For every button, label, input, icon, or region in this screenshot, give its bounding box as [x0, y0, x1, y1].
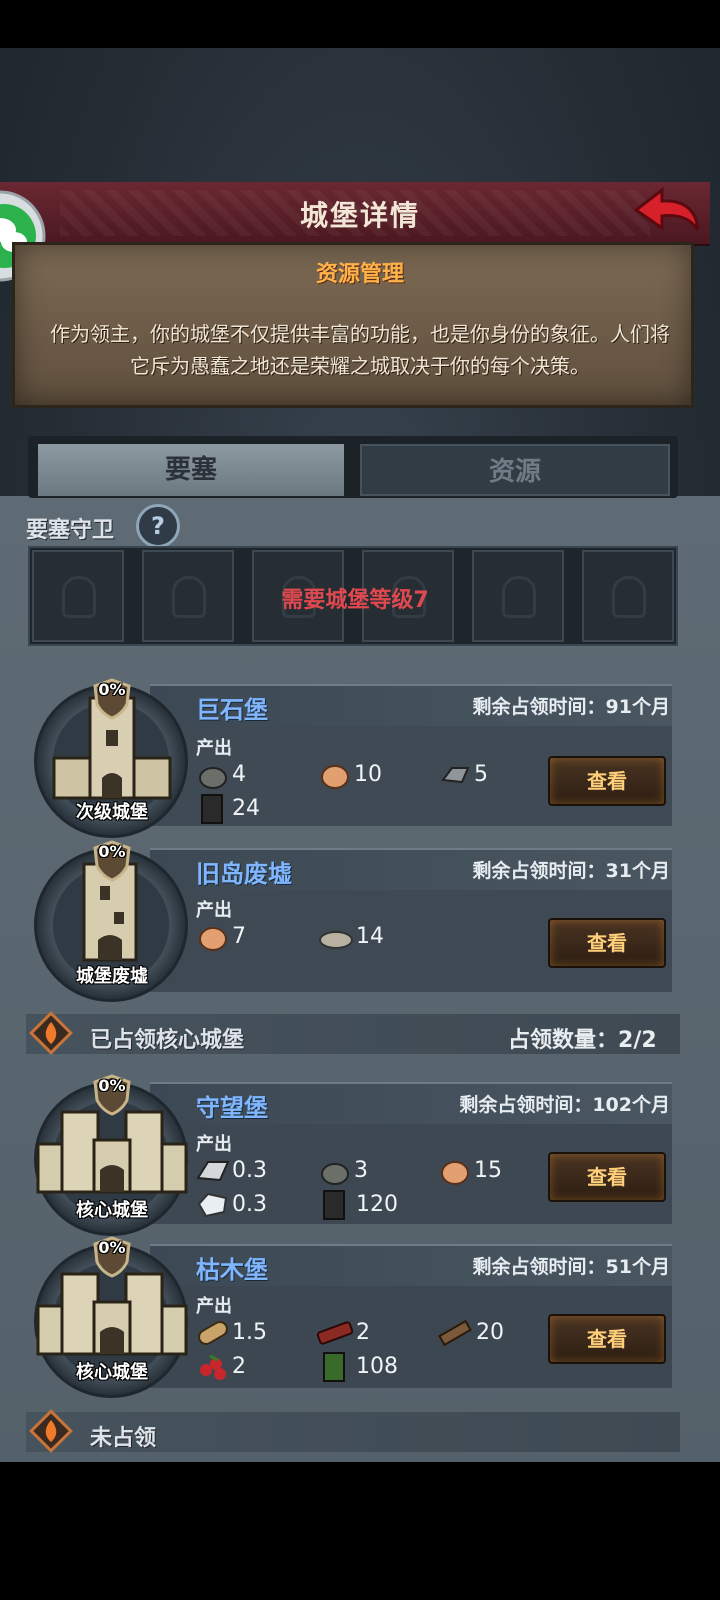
tab-resources[interactable]: 资源: [360, 444, 670, 496]
resource-value: 120: [356, 1192, 398, 1217]
resource-value: 3: [354, 1158, 368, 1183]
ore-icon: [320, 760, 350, 790]
tab-fortress[interactable]: 要塞: [38, 444, 344, 496]
soldier-banner-icon: [200, 794, 224, 824]
plank-icon: [438, 1318, 472, 1348]
castle-type-label: 核心城堡: [76, 1200, 148, 1221]
castle-name: 旧岛废墟: [196, 860, 292, 888]
resource-value: 24: [232, 796, 260, 821]
ore-icon: [440, 1156, 470, 1186]
castle-type-label: 次级城堡: [76, 802, 148, 823]
stone-icon: [198, 760, 228, 790]
castle-type-label: 城堡废墟: [76, 966, 148, 987]
occupation-percent: 0%: [98, 1238, 126, 1257]
status-bar-area: [0, 0, 720, 48]
castle-name: 巨石堡: [196, 696, 268, 724]
resource-value: 15: [474, 1158, 502, 1183]
castle-name: 枯木堡: [196, 1256, 268, 1284]
occupied-count: 占领数量：2/2: [508, 1022, 657, 1054]
resource-value: 20: [476, 1320, 504, 1345]
remaining-time-label: 剩余占领时间：: [459, 1094, 593, 1116]
resource-value: 2: [232, 1354, 246, 1379]
red-wood-icon: [316, 1318, 354, 1348]
berries-icon: [196, 1352, 230, 1382]
remaining-time: 剩余占领时间：91个月: [440, 692, 670, 719]
back-arrow-icon[interactable]: [632, 186, 702, 238]
helmet-icon: [172, 576, 206, 618]
remaining-time: 剩余占领时间：51个月: [440, 1252, 670, 1279]
flame-icon: [28, 1010, 74, 1056]
view-button[interactable]: 查看: [548, 1314, 666, 1364]
log-icon: [196, 1318, 230, 1348]
unoccupied-section-title: 未占领: [90, 1426, 157, 1451]
remaining-time-label: 剩余占领时间：: [472, 696, 606, 718]
remaining-time-label: 剩余占领时间：: [472, 1256, 606, 1278]
intro-line-1: 作为领主，你的城堡不仅提供丰富的功能，也是你身份的象征。人们将: [50, 322, 670, 346]
resource-value: 4: [232, 762, 246, 787]
castle-type-label: 核心城堡: [76, 1362, 148, 1383]
remaining-time-value: 51个月: [605, 1256, 670, 1278]
output-label: 产出: [196, 900, 232, 921]
iron-ingot-icon: [440, 760, 470, 790]
castle-name: 守望堡: [196, 1094, 268, 1122]
view-button[interactable]: 查看: [548, 1152, 666, 1202]
occupation-percent: 0%: [98, 1076, 126, 1095]
occupied-count-label: 占领数量：: [508, 1028, 619, 1053]
helmet-icon: [62, 576, 96, 618]
remaining-time-value: 91个月: [605, 696, 670, 718]
flame-icon: [28, 1408, 74, 1454]
intro-heading: 资源管理: [315, 262, 404, 287]
bottom-bar-area: [0, 1462, 720, 1600]
occupied-count-value: 2/2: [618, 1028, 657, 1053]
output-label: 产出: [196, 1134, 232, 1155]
occupation-percent: 0%: [98, 680, 126, 699]
resource-value: 0.3: [232, 1192, 267, 1217]
resource-value: 1.5: [232, 1320, 267, 1345]
resource-value: 108: [356, 1354, 398, 1379]
stone-icon: [320, 1156, 350, 1186]
remaining-time-value: 102个月: [592, 1094, 670, 1116]
remaining-time: 剩余占领时间：31个月: [440, 856, 670, 883]
remaining-time-label: 剩余占领时间：: [472, 860, 606, 882]
guard-slot[interactable]: [32, 550, 124, 642]
view-button[interactable]: 查看: [548, 918, 666, 968]
help-icon[interactable]: ?: [136, 504, 180, 548]
clay-icon: [318, 922, 354, 952]
diamond-icon: [196, 1190, 230, 1220]
occupation-percent: 0%: [98, 842, 126, 861]
core-section-title: 已占领核心城堡: [90, 1028, 245, 1053]
page-title: 城堡详情: [299, 199, 420, 232]
helmet-icon: [612, 576, 646, 618]
silver-ingot-icon: [196, 1156, 230, 1186]
intro-text: 作为领主，你的城堡不仅提供丰富的功能，也是你身份的象征。人们将 它斥为愚蠢之地还…: [40, 318, 680, 382]
remaining-time: 剩余占领时间：102个月: [430, 1090, 670, 1117]
ore-icon: [198, 922, 228, 952]
resource-value: 7: [232, 924, 246, 949]
intro-line-2: 它斥为愚蠢之地还是荣耀之城取决于你的每个决策。: [130, 354, 590, 378]
helmet-icon: [502, 576, 536, 618]
resource-value: 5: [474, 762, 488, 787]
guard-lock-text: 需要城堡等级7: [281, 588, 429, 613]
soldier-banner-icon: [322, 1190, 346, 1220]
output-label: 产出: [196, 738, 232, 759]
resource-value: 10: [354, 762, 382, 787]
resource-value: 14: [356, 924, 384, 949]
green-banner-icon: [322, 1352, 346, 1382]
resource-value: 2: [356, 1320, 370, 1345]
guard-section-title: 要塞守卫: [26, 518, 115, 543]
remaining-time-value: 31个月: [605, 860, 670, 882]
resource-value: 0.3: [232, 1158, 267, 1183]
view-button[interactable]: 查看: [548, 756, 666, 806]
output-label: 产出: [196, 1296, 232, 1317]
guard-slot[interactable]: [582, 550, 674, 642]
